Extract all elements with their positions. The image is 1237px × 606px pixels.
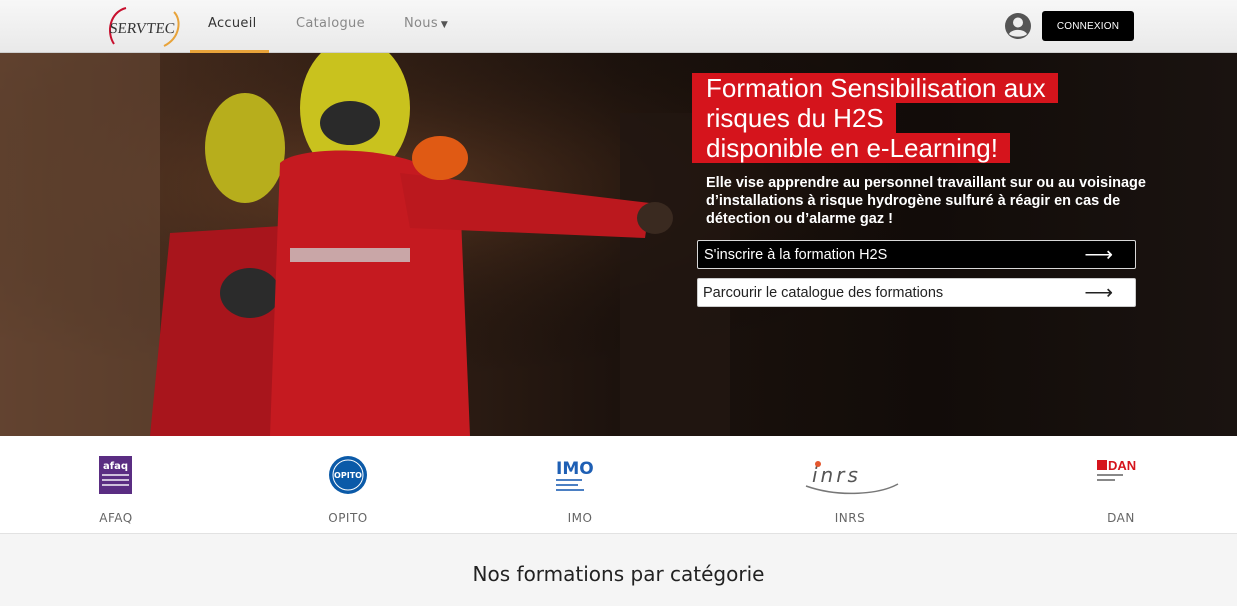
- arrow-right-icon: ⟶: [1084, 281, 1113, 304]
- imo-logo-text: IMO: [556, 459, 594, 479]
- top-navbar: SERVTEC Accueil Catalogue Nous ▼ CONNEXIO…: [0, 0, 1237, 53]
- headline-line-1: Formation Sensibilisation aux: [692, 73, 1058, 103]
- dan-logo: DAN: [1097, 458, 1136, 481]
- opito-logo: OPITO: [329, 456, 367, 494]
- hero-banner: Formation Sensibilisation aux risques du…: [0, 53, 1237, 436]
- nav-catalogue[interactable]: Catalogue: [296, 0, 365, 53]
- nav-nous[interactable]: Nous ▼: [404, 0, 448, 53]
- imo-logo: IMO: [556, 459, 594, 491]
- partner-afaq-name: AFAQ: [99, 511, 133, 525]
- register-h2s-button[interactable]: S'inscrire à la formation H2S ⟶: [697, 240, 1136, 269]
- partner-inrs-name: INRS: [834, 511, 866, 525]
- partner-dan-name: DAN: [1107, 511, 1135, 525]
- afaq-logo: afaq: [99, 456, 132, 494]
- nav-accueil-label: Accueil: [208, 16, 257, 31]
- partner-imo[interactable]: IMO IMO: [510, 436, 650, 534]
- partner-dan[interactable]: DAN DAN: [1051, 436, 1191, 534]
- partner-afaq[interactable]: afaq AFAQ: [46, 436, 186, 534]
- user-circle-icon[interactable]: [1004, 12, 1032, 40]
- logo-text: SERVTEC: [109, 21, 176, 37]
- login-button[interactable]: CONNEXION: [1042, 11, 1134, 41]
- partners-strip: afaq AFAQ OPITO OPITO IMO IMO inrs INRS: [0, 436, 1237, 534]
- partner-opito[interactable]: OPITO OPITO: [278, 436, 418, 534]
- servtec-logo[interactable]: SERVTEC: [104, 4, 184, 48]
- chevron-down-icon: ▼: [440, 20, 449, 30]
- headline-line-2: risques du H2S: [692, 103, 896, 133]
- hero-description: Elle vise apprendre au personnel travail…: [706, 175, 1146, 227]
- partner-imo-name: IMO: [567, 511, 593, 525]
- opito-logo-text: OPITO: [334, 471, 362, 480]
- dan-logo-text: DAN: [1108, 458, 1136, 473]
- browse-catalogue-label: Parcourir le catalogue des formations: [703, 284, 944, 301]
- partner-opito-name: OPITO: [328, 511, 368, 525]
- nav-catalogue-label: Catalogue: [296, 16, 365, 31]
- nav-accueil[interactable]: Accueil: [208, 0, 257, 53]
- categories-section-title: Nos formations par catégorie: [472, 562, 765, 586]
- inrs-logo: inrs: [805, 461, 899, 495]
- nav-nous-label: Nous: [404, 16, 438, 31]
- headline-line-3: disponible en e-Learning!: [692, 133, 1010, 163]
- hero-headline: Formation Sensibilisation aux risques du…: [692, 73, 1058, 163]
- browse-catalogue-button[interactable]: Parcourir le catalogue des formations ⟶: [697, 278, 1136, 307]
- arrow-right-icon: ⟶: [1084, 243, 1113, 266]
- afaq-logo-text: afaq: [103, 461, 128, 472]
- register-h2s-label: S'inscrire à la formation H2S: [704, 246, 888, 263]
- partner-inrs[interactable]: inrs INRS: [780, 436, 920, 534]
